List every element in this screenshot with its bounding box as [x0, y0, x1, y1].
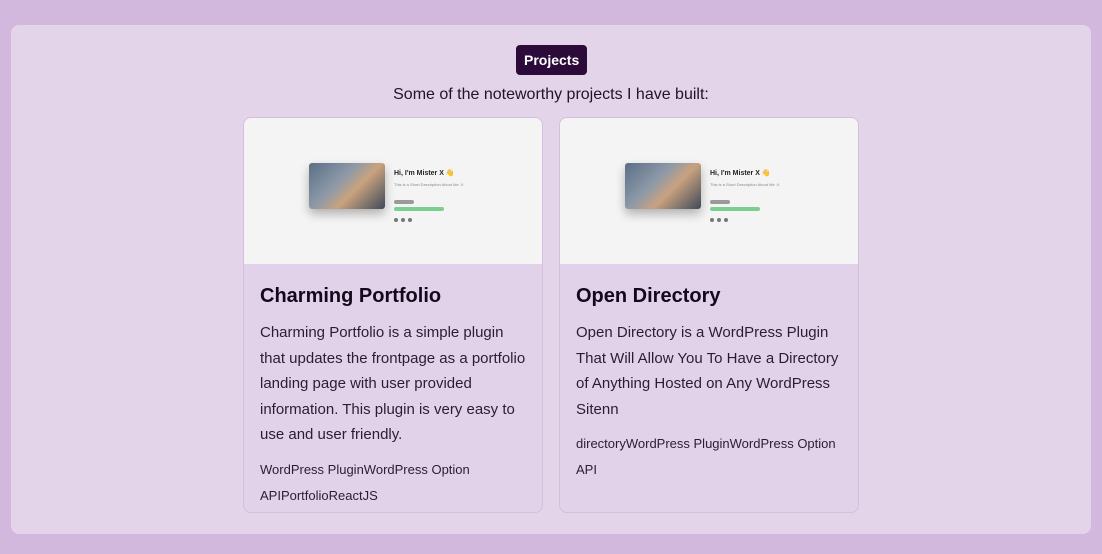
- thumbnail-social-icon: [724, 218, 728, 222]
- project-tags: WordPress PluginWordPress Option APIPort…: [260, 461, 470, 503]
- thumbnail-social-icon: [717, 218, 721, 222]
- thumbnail-email-line: [394, 200, 414, 204]
- project-description: Open Directory is a WordPress Plugin Tha…: [576, 324, 839, 418]
- thumbnail-status-line: [394, 207, 444, 211]
- thumbnail-subtext: This is a Short Description About Me :X: [710, 182, 780, 187]
- projects-badge: Projects: [516, 45, 588, 75]
- card-body: Charming Portfolio Charming Portfolio is…: [244, 264, 542, 509]
- project-title[interactable]: Charming Portfolio: [260, 282, 526, 310]
- thumbnail-social-icon: [710, 218, 714, 222]
- thumbnail-heading: Hi, I'm Mister X 👋: [710, 170, 771, 177]
- thumbnail-social-icon: [394, 218, 398, 222]
- project-description: Charming Portfolio is a simple plugin th…: [260, 324, 526, 444]
- project-title[interactable]: Open Directory: [576, 282, 842, 310]
- thumbnail-social-icon: [401, 218, 405, 222]
- thumbnail-status-line: [710, 207, 760, 211]
- card-body: Open Directory Open Directory is a WordP…: [560, 264, 858, 483]
- section-subtitle: Some of the noteworthy projects I have b…: [393, 86, 709, 103]
- thumbnail-photo: [309, 163, 385, 209]
- thumbnail-email-line: [710, 200, 730, 204]
- thumbnail-heading: Hi, I'm Mister X 👋: [394, 170, 455, 177]
- project-tags: directoryWordPress PluginWordPress Optio…: [576, 436, 836, 478]
- project-card-open-directory[interactable]: Hi, I'm Mister X 👋 This is a Short Descr…: [559, 117, 859, 513]
- project-thumbnail: Hi, I'm Mister X 👋 This is a Short Descr…: [560, 118, 858, 264]
- project-thumbnail: Hi, I'm Mister X 👋 This is a Short Descr…: [244, 118, 542, 264]
- thumbnail-subtext: This is a Short Description About Me :X: [394, 182, 464, 187]
- thumbnail-photo: [625, 163, 701, 209]
- project-card-charming-portfolio[interactable]: Hi, I'm Mister X 👋 This is a Short Descr…: [243, 117, 543, 513]
- projects-section: Projects Some of the noteworthy projects…: [11, 25, 1091, 534]
- thumbnail-social-icon: [408, 218, 412, 222]
